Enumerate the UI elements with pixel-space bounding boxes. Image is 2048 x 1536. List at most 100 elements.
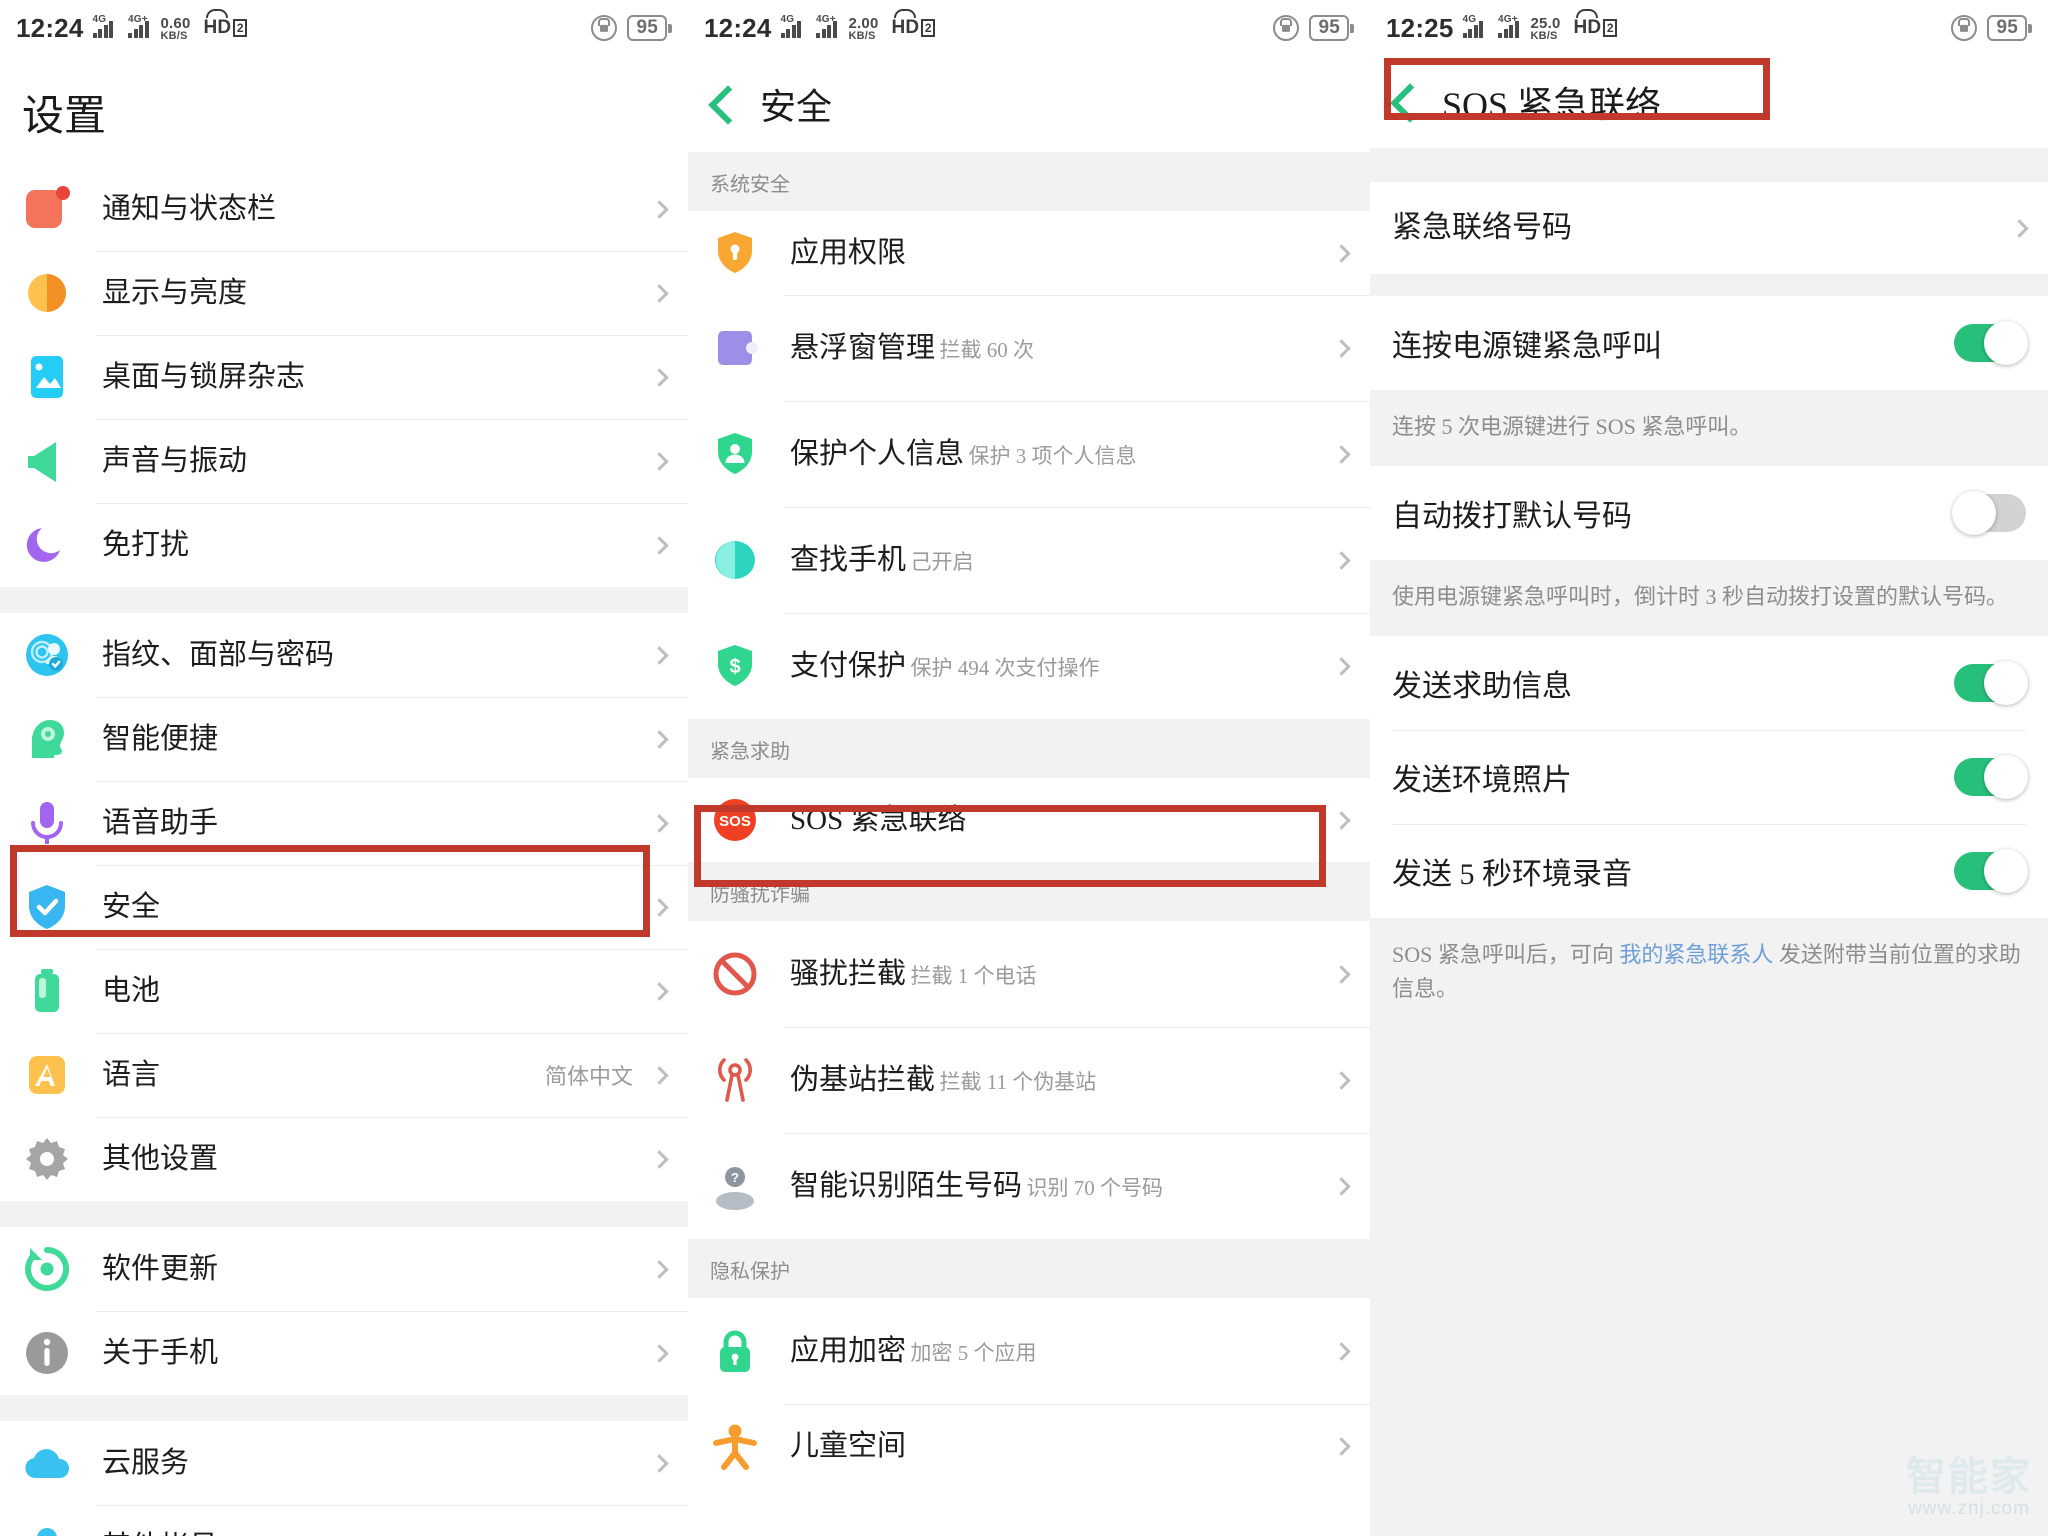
sidebar-item-label: 软件更新: [102, 1252, 219, 1285]
chevron-right-icon: [650, 283, 669, 303]
sidebar-item-about-phone[interactable]: 关于手机: [0, 1311, 688, 1395]
fingerprint-face-icon: [22, 630, 72, 680]
nav-bar: SOS 紧急联络: [1370, 56, 2048, 148]
sidebar-item-other-accounts[interactable]: 其他帐号: [0, 1505, 688, 1536]
toggle-label: 发送 5 秒环境录音: [1392, 858, 1632, 892]
voice-assistant-icon: [22, 798, 72, 848]
settings-group-3: 软件更新 关于手机: [0, 1227, 688, 1395]
power-key-sos-toggle[interactable]: [1954, 321, 2028, 365]
footer-text-pre: SOS 紧急呼叫后，可向: [1392, 942, 1620, 968]
toggle-label: 发送环境照片: [1392, 764, 1572, 798]
list-item-label: 查找手机: [790, 543, 907, 576]
send-sos-message-toggle[interactable]: [1954, 661, 2028, 706]
toggle-label: 连按电源键紧急呼叫: [1392, 330, 1662, 363]
my-emergency-contacts-link[interactable]: 我的紧急联系人: [1619, 942, 1773, 967]
settings-group-2: 指纹、面部与密码 智能便捷 语音助手 安全 电池 语言 简体中文 其他设置: [0, 613, 688, 1201]
list-item-payment-protection[interactable]: $ 支付保护 保护 494 次支付操作: [688, 613, 1370, 719]
sidebar-item-sound[interactable]: 声音与振动: [0, 419, 688, 503]
list-item-label: 应用加密: [790, 1334, 907, 1367]
list-item-emergency-number[interactable]: 紧急联络号码: [1370, 182, 2048, 274]
chevron-right-icon: [1332, 1070, 1351, 1090]
list-item-sos-emergency-contact[interactable]: SOS SOS 紧急联络: [688, 778, 1370, 862]
svg-text:?: ?: [731, 1170, 739, 1185]
network-speed-indicator: 25.0 KB/S: [1531, 16, 1561, 42]
sidebar-item-voice-assistant[interactable]: 语音助手: [0, 781, 688, 865]
toggle-row-auto-dial[interactable]: 自动拨打默认号码: [1370, 466, 2048, 561]
list-item-unknown-number[interactable]: ? 智能识别陌生号码 识别 70 个号码: [688, 1133, 1370, 1239]
sidebar-item-battery[interactable]: 电池: [0, 949, 688, 1033]
status-bar-right: 95: [1951, 15, 2032, 41]
list-item-label: 悬浮窗管理: [790, 331, 936, 364]
chevron-right-icon: [650, 1343, 669, 1363]
group-divider: [1370, 274, 2048, 296]
sidebar-item-label: 云服务: [102, 1446, 190, 1479]
sidebar-item-other-settings[interactable]: 其他设置: [0, 1117, 688, 1201]
chevron-right-icon: [1332, 1436, 1351, 1456]
page-title: 安全: [760, 87, 833, 127]
list-item-find-phone[interactable]: 查找手机 己开启: [688, 507, 1370, 613]
toggle-row-power-key-sos[interactable]: 连按电源键紧急呼叫: [1370, 296, 2048, 390]
kids-space-icon: [710, 1421, 760, 1471]
language-value: 简体中文: [544, 1064, 633, 1089]
chevron-right-icon: [1332, 338, 1351, 358]
list-item-subtitle: 保护 494 次支付操作: [910, 655, 1100, 680]
network-type-label-2: 4G+: [1498, 14, 1518, 25]
list-item-app-permission[interactable]: 应用权限: [688, 211, 1370, 295]
hd-label: HD: [203, 17, 232, 38]
battery-indicator: 95: [627, 15, 672, 41]
sidebar-item-label: 语音助手: [102, 806, 219, 839]
status-bar-right: 95: [1273, 15, 1354, 41]
back-button[interactable]: [1392, 83, 1414, 121]
list-item-label: 儿童空间: [790, 1429, 907, 1462]
sidebar-item-language[interactable]: 语言 简体中文: [0, 1033, 688, 1117]
sidebar-item-label: 通知与状态栏: [102, 192, 277, 225]
sidebar-item-software-update[interactable]: 软件更新: [0, 1227, 688, 1311]
chevron-right-icon: [650, 199, 669, 219]
list-item-subtitle: 拦截 60 次: [939, 337, 1034, 362]
sidebar-item-label: 声音与振动: [102, 444, 248, 477]
security-panel: 12:24 4G 4G+ 2.00 KB/S HD 2 95 安全 系统安全 应…: [688, 0, 1370, 1536]
sidebar-item-cloud-service[interactable]: 云服务: [0, 1421, 688, 1505]
sidebar-item-label: 其他设置: [102, 1142, 219, 1175]
list-item-floating-window[interactable]: 悬浮窗管理 拦截 60 次: [688, 295, 1370, 401]
chevron-right-icon: [1332, 243, 1351, 263]
send-photo-toggle[interactable]: [1954, 755, 2028, 800]
sidebar-item-label: 电池: [102, 974, 161, 1007]
list-item-label: 骚扰拦截: [790, 957, 907, 990]
list-item-label: 伪基站拦截: [790, 1063, 936, 1096]
list-item-harassment-block[interactable]: 骚扰拦截 拦截 1 个电话: [688, 921, 1370, 1027]
sidebar-item-notification[interactable]: 通知与状态栏: [0, 167, 688, 251]
status-time: 12:24: [704, 12, 772, 43]
list-item-label: 智能识别陌生号码: [790, 1169, 1023, 1202]
lock-icon: [1951, 15, 1978, 41]
list-item-personal-info[interactable]: 保护个人信息 保护 3 项个人信息: [688, 401, 1370, 507]
group-divider: [0, 587, 688, 613]
auto-dial-description: 使用电源键紧急呼叫时，倒计时 3 秒自动拨打设置的默认号码。: [1370, 560, 2048, 637]
list-item-kids-space[interactable]: 儿童空间: [688, 1404, 1370, 1488]
back-button[interactable]: [710, 85, 732, 123]
sidebar-item-display[interactable]: 显示与亮度: [0, 251, 688, 335]
sidebar-item-security[interactable]: 安全: [0, 865, 688, 949]
sidebar-item-label: 安全: [102, 890, 161, 923]
network-type-label-2: 4G+: [816, 14, 836, 25]
list-item-subtitle: 拦截 11 个伪基站: [939, 1069, 1097, 1094]
list-item-subtitle: 保护 3 项个人信息: [968, 443, 1137, 468]
toggle-row-send-photo[interactable]: 发送环境照片: [1370, 730, 2048, 825]
signal-icon-sim2: 4G+: [128, 14, 149, 38]
list-item-fake-station-block[interactable]: 伪基站拦截 拦截 11 个伪基站: [688, 1027, 1370, 1133]
send-audio-toggle[interactable]: [1954, 849, 2028, 894]
sidebar-item-wallpaper[interactable]: 桌面与锁屏杂志: [0, 335, 688, 419]
toggle-row-send-audio[interactable]: 发送 5 秒环境录音: [1370, 824, 2048, 919]
sidebar-item-dnd[interactable]: 免打扰: [0, 503, 688, 587]
nav-bar: 安全: [688, 56, 1370, 152]
sidebar-item-fingerprint[interactable]: 指纹、面部与密码: [0, 613, 688, 697]
chevron-right-icon: [1332, 444, 1351, 464]
chevron-right-icon: [650, 645, 669, 665]
sidebar-item-smart-assist[interactable]: 智能便捷: [0, 697, 688, 781]
power-key-sos-description: 连按 5 次电源键进行 SOS 紧急呼叫。: [1370, 390, 2048, 467]
status-bar: 12:24 4G 4G+ 2.00 KB/S HD 2 95: [688, 0, 1370, 56]
toggle-row-send-sos-message[interactable]: 发送求助信息: [1370, 636, 2048, 731]
auto-dial-toggle[interactable]: [1952, 491, 2026, 536]
status-bar: 12:24 4G 4G+ 0.60 KB/S HD 2 95: [0, 0, 688, 56]
list-item-app-lock[interactable]: 应用加密 加密 5 个应用: [688, 1298, 1370, 1404]
